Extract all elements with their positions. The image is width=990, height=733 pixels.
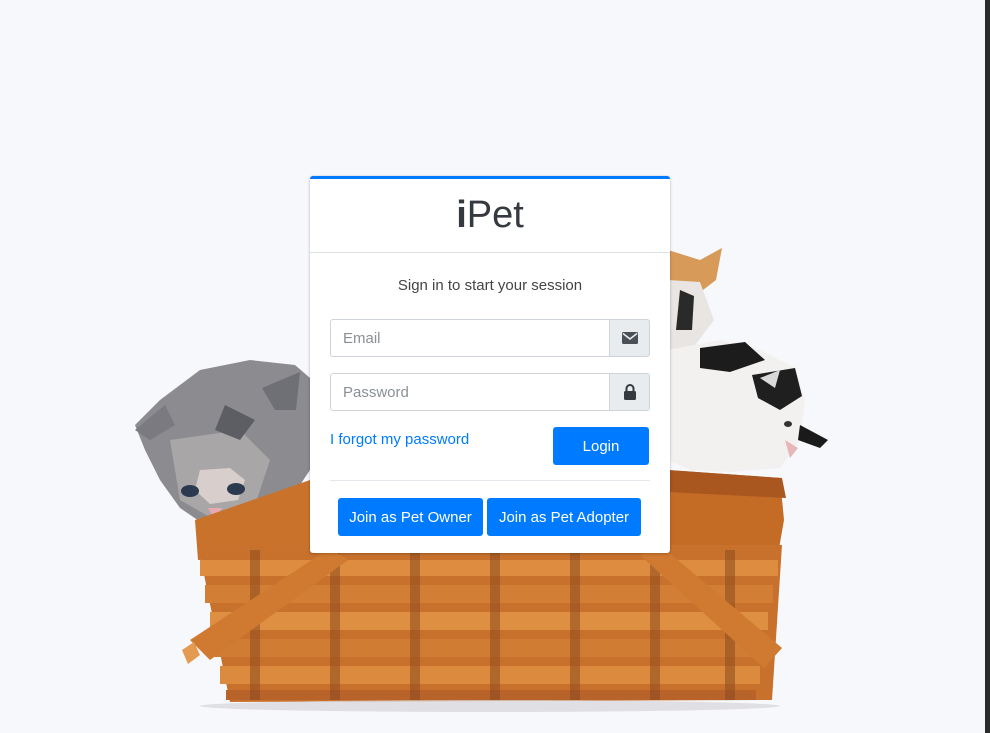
email-input-group [330,319,650,357]
app-logo[interactable]: iPet [456,194,524,237]
lock-icon [609,373,650,411]
login-card: iPet Sign in to start your session Email… [310,176,670,553]
logo-light: Pet [466,194,524,236]
login-page: iPet Sign in to start your session Email… [0,0,990,733]
kitten-orange-white [668,248,722,352]
join-pet-adopter-button[interactable]: Join as Pet Adopter [487,498,641,536]
logo-bold: i [456,194,467,236]
divider [330,480,650,481]
join-pet-owner-button[interactable]: Join as Pet Owner [338,498,483,536]
password-input[interactable] [330,373,609,411]
window-edge [985,0,990,733]
card-body: Sign in to start your session [310,277,670,297]
password-input-group [330,373,650,411]
email-input[interactable] [330,319,609,357]
kitten-white-black [668,340,828,472]
login-message: Sign in to start your session [397,277,583,294]
login-button[interactable]: Login [553,427,649,465]
envelope-icon [609,319,650,357]
card-header: iPet [310,179,670,253]
forgot-password-link[interactable]: I forgot my password [330,431,469,448]
